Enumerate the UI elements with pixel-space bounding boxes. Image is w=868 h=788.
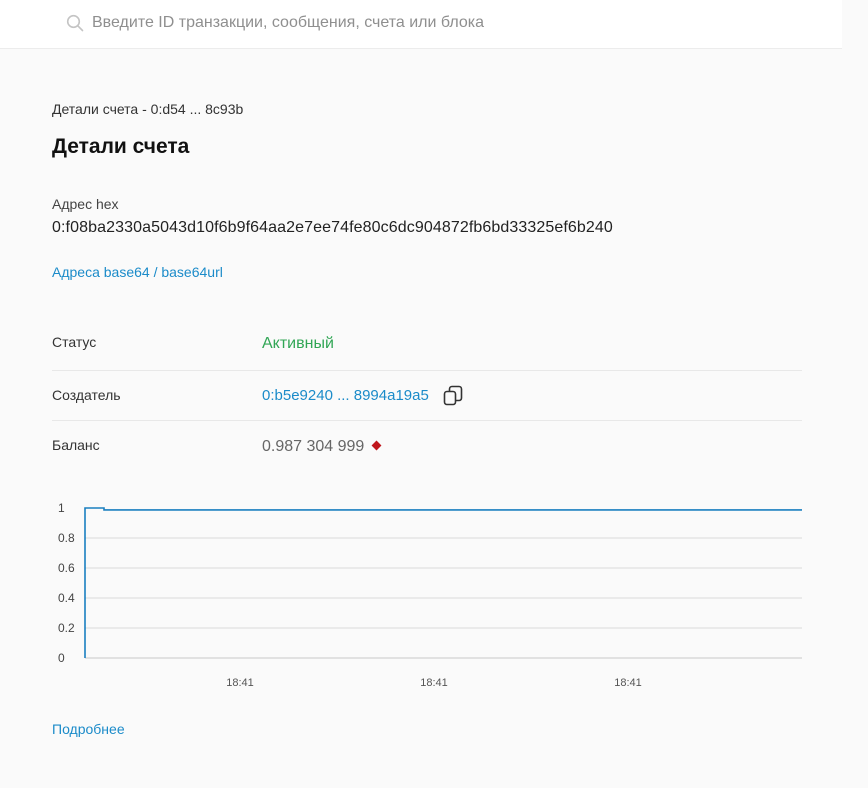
chart-y-tick-label: 0 (58, 651, 65, 665)
chart-x-tick-label: 18:41 (226, 677, 254, 689)
row-divider (52, 420, 802, 421)
chart-y-tick-label: 0.4 (58, 591, 75, 605)
balance-value: 0.987 304 999 (262, 438, 382, 456)
balance-amount: 0.987 304 999 (262, 438, 365, 455)
chart-y-tick-label: 0.8 (58, 531, 75, 545)
search-icon (66, 14, 84, 32)
chart-y-tick-label: 1 (58, 501, 65, 515)
chart-y-tick-label: 0.2 (58, 621, 75, 635)
copy-icon[interactable] (443, 385, 463, 407)
status-badge: Активный (262, 335, 334, 352)
row-divider (52, 370, 802, 371)
creator-label: Создатель (52, 387, 121, 403)
balance-chart: 1 0.8 0.6 0.4 0.2 0 18:41 18:41 18:41 (58, 501, 802, 689)
creator-link[interactable]: 0:b5e9240 ... 8994a19a5 (262, 387, 429, 404)
more-details-link[interactable]: Подробнее (52, 721, 125, 737)
address-hex-value: 0:f08ba2330a5043d10f6b9f64aa2e7ee74fe80c… (52, 219, 613, 236)
search-input[interactable] (92, 10, 792, 36)
chart-x-tick-label: 18:41 (420, 677, 448, 689)
diamond-icon (371, 440, 382, 451)
chart-series-line (84, 507, 802, 658)
chart-x-tick-label: 18:41 (614, 677, 642, 689)
search-bar (0, 0, 842, 49)
status-label: Статус (52, 334, 97, 350)
balance-label: Баланс (52, 437, 100, 453)
address-hex-label: Адрес hex (52, 196, 119, 212)
breadcrumb: Детали счета - 0:d54 ... 8c93b (52, 101, 244, 117)
chart-y-tick-label: 0.6 (58, 561, 75, 575)
page-title: Детали счета (52, 135, 190, 158)
address-base64-link[interactable]: Адреса base64 / base64url (52, 264, 223, 280)
